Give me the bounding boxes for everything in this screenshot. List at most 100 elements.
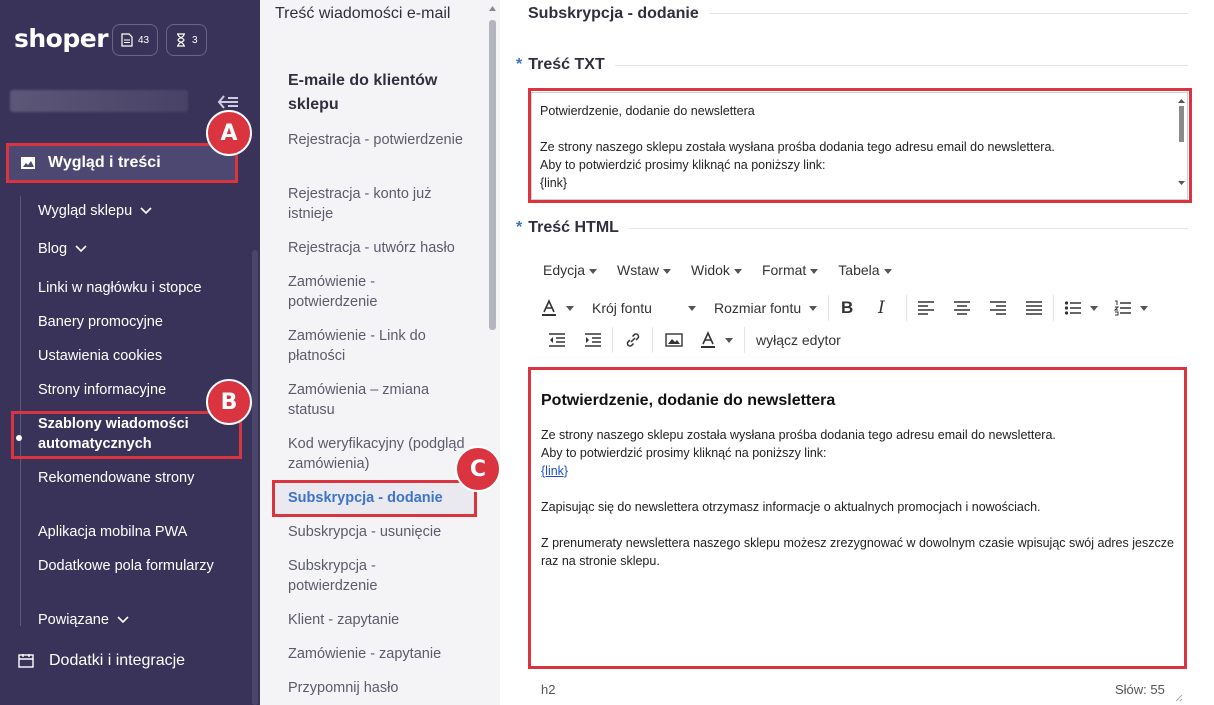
nav-group-addons[interactable]: Dodatki i integracje bbox=[18, 652, 185, 670]
toolbar-separator bbox=[1053, 295, 1054, 321]
bold-icon: B bbox=[841, 298, 854, 317]
link-icon bbox=[626, 333, 640, 347]
image-icon bbox=[665, 333, 683, 347]
font-size-select[interactable]: Rozmiar fontu bbox=[714, 300, 818, 316]
template-item[interactable]: Zamówienie - zapytanie bbox=[288, 644, 468, 664]
align-left-icon bbox=[918, 301, 934, 315]
template-panel-title: Treść wiadomości e-mail bbox=[275, 5, 451, 22]
template-item[interactable]: Kod weryfikacyjny (podgląd zamówienia) bbox=[288, 434, 468, 474]
menu-format[interactable]: Format bbox=[762, 262, 818, 278]
align-right-icon bbox=[990, 301, 1006, 315]
insert-image-button[interactable] bbox=[665, 332, 683, 348]
chevron-down-icon bbox=[140, 207, 152, 215]
calendar-icon bbox=[18, 654, 34, 668]
resize-handle-icon[interactable] bbox=[1173, 692, 1183, 702]
menu-view[interactable]: Widok bbox=[691, 262, 742, 278]
menu-edit[interactable]: Edycja bbox=[543, 262, 597, 278]
outdent-icon bbox=[549, 333, 565, 347]
bullet-list-button[interactable] bbox=[1064, 300, 1098, 316]
indent-icon bbox=[585, 333, 601, 347]
template-item[interactable]: Przypomnij hasło bbox=[288, 678, 468, 698]
editor-word-count: Słów: 55 bbox=[1115, 682, 1165, 697]
store-name-blurred bbox=[10, 90, 188, 112]
align-justify-icon bbox=[1026, 301, 1042, 315]
nav-item-blog[interactable]: Blog bbox=[38, 239, 218, 259]
template-item[interactable]: Klient - zapytanie bbox=[288, 610, 468, 630]
align-center-button[interactable] bbox=[953, 300, 971, 316]
highlight-box-txt bbox=[528, 88, 1192, 203]
annotation-marker-b: B bbox=[206, 379, 252, 425]
font-family-select[interactable]: Krój fontu bbox=[592, 300, 696, 316]
indent-button[interactable] bbox=[584, 332, 602, 348]
highlight-box-c bbox=[272, 480, 477, 517]
required-mark: * bbox=[516, 219, 523, 236]
document-icon bbox=[121, 33, 133, 47]
pending-badge[interactable]: 3 bbox=[166, 24, 207, 56]
chevron-down-icon bbox=[117, 616, 129, 624]
align-justify-button[interactable] bbox=[1025, 300, 1043, 316]
template-item[interactable]: Rejestracja - konto już istnieje bbox=[288, 184, 468, 224]
template-item[interactable]: Rejestracja - potwierdzenie bbox=[288, 130, 468, 150]
annotation-marker-a: A bbox=[206, 110, 252, 156]
sidebar-scrollbar[interactable] bbox=[252, 250, 258, 705]
toolbar-separator bbox=[652, 327, 653, 353]
template-list-scrollbar[interactable] bbox=[489, 20, 496, 330]
align-left-button[interactable] bbox=[917, 300, 935, 316]
nav-item-recommended-pages[interactable]: Rekomendowane strony bbox=[38, 468, 218, 488]
template-item[interactable]: Subskrypcja - potwierdzenie bbox=[288, 556, 468, 596]
highlight-box-a bbox=[6, 143, 238, 183]
menu-table[interactable]: Tabela bbox=[838, 262, 891, 278]
highlight-box-html bbox=[528, 367, 1187, 669]
toolbar-separator bbox=[744, 327, 745, 353]
outdent-button[interactable] bbox=[548, 332, 566, 348]
bold-button[interactable]: B bbox=[841, 298, 853, 318]
toolbar-separator bbox=[828, 295, 829, 321]
nav-item-store-appearance[interactable]: Wygląd sklepu bbox=[38, 201, 218, 221]
align-center-icon bbox=[954, 301, 970, 315]
toolbar-separator bbox=[906, 295, 907, 321]
sidebar: shoper 43 3 Wygląd i treści Wygląd sklep… bbox=[0, 0, 260, 705]
highlight-box-b bbox=[11, 411, 242, 459]
numbered-list-icon bbox=[1114, 300, 1131, 316]
scroll-up-arrow-icon[interactable] bbox=[488, 4, 497, 13]
template-item[interactable]: Zamówienia – zmiana statusu bbox=[288, 380, 468, 420]
required-mark: * bbox=[516, 56, 523, 73]
nav-item-promo-banners[interactable]: Banery promocyjne bbox=[38, 312, 218, 332]
menu-insert[interactable]: Wstaw bbox=[617, 262, 671, 278]
nav-item-related[interactable]: Powiązane bbox=[38, 610, 218, 630]
background-color-button[interactable] bbox=[699, 331, 733, 349]
insert-link-button[interactable] bbox=[624, 332, 642, 348]
annotation-marker-c: C bbox=[455, 446, 501, 492]
numbered-list-button[interactable] bbox=[1114, 300, 1148, 316]
text-color-icon bbox=[701, 331, 715, 348]
nav-item-extra-form-fields[interactable]: Dodatkowe pola formularzy bbox=[38, 556, 218, 576]
pending-count: 3 bbox=[192, 34, 198, 46]
shoper-logo[interactable]: shoper bbox=[14, 24, 109, 53]
italic-button[interactable]: I bbox=[878, 298, 885, 318]
nav-item-info-pages[interactable]: Strony informacyjne bbox=[38, 380, 218, 400]
chevron-down-icon bbox=[75, 245, 87, 253]
template-group-title: E-maile do klientów sklepu bbox=[288, 72, 438, 113]
nav-group-addons-label: Dodatki i integracje bbox=[49, 652, 186, 669]
template-item[interactable]: Subskrypcja - usunięcie bbox=[288, 522, 468, 542]
template-item[interactable]: Zamówienie - Link do płatności bbox=[288, 326, 468, 366]
template-item[interactable]: Zamówienie - potwierdzenie bbox=[288, 272, 468, 312]
bullet-list-icon bbox=[1064, 301, 1081, 315]
page-title: Subskrypcja - dodanie bbox=[528, 5, 709, 23]
toolbar-separator bbox=[612, 327, 613, 353]
italic-icon: I bbox=[878, 298, 885, 318]
disable-editor-button[interactable]: wyłącz edytor bbox=[756, 332, 841, 348]
nav-item-cookie-settings[interactable]: Ustawienia cookies bbox=[38, 346, 218, 366]
nav-item-pwa-app[interactable]: Aplikacja mobilna PWA bbox=[38, 522, 218, 542]
documents-badge[interactable]: 43 bbox=[112, 24, 159, 56]
template-item[interactable]: Rejestracja - utwórz hasło bbox=[288, 238, 468, 258]
txt-section-divider bbox=[516, 65, 1188, 66]
hourglass-icon bbox=[177, 33, 185, 47]
editor-element-path[interactable]: h2 bbox=[541, 682, 555, 697]
text-color-button[interactable] bbox=[540, 299, 574, 317]
html-section-title: * Treść HTML bbox=[516, 219, 629, 237]
nav-item-header-footer-links[interactable]: Linki w nagłówku i stopce bbox=[38, 278, 218, 298]
collapse-sidebar-icon[interactable] bbox=[216, 92, 240, 112]
align-right-button[interactable] bbox=[989, 300, 1007, 316]
txt-section-title: * Treść TXT bbox=[516, 56, 615, 74]
